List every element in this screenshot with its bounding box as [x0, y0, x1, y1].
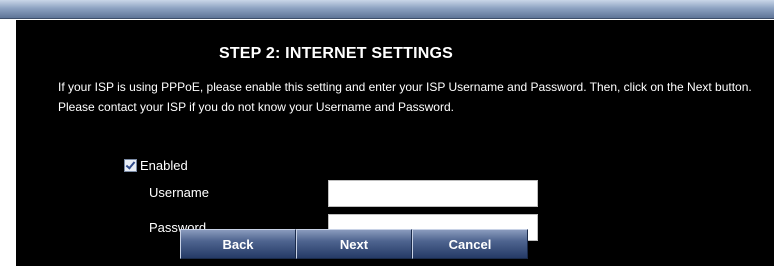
next-button[interactable]: Next — [296, 229, 412, 259]
back-button[interactable]: Back — [180, 229, 296, 259]
wizard-buttons: Back Next Cancel — [180, 229, 528, 259]
enabled-label: Enabled — [140, 157, 188, 173]
cancel-button[interactable]: Cancel — [412, 229, 528, 259]
page-title: STEP 2: INTERNET SETTINGS — [218, 45, 454, 62]
instructions-text: If your ISP is using PPPoE, please enabl… — [58, 80, 752, 114]
username-label: Username — [149, 185, 209, 200]
page: STEP 2: INTERNET SETTINGS If your ISP is… — [0, 0, 774, 266]
username-field[interactable] — [328, 180, 538, 207]
top-header-bar — [0, 0, 774, 19]
enabled-checkbox-row[interactable]: Enabled — [124, 157, 188, 173]
enabled-checkbox[interactable] — [124, 158, 137, 172]
